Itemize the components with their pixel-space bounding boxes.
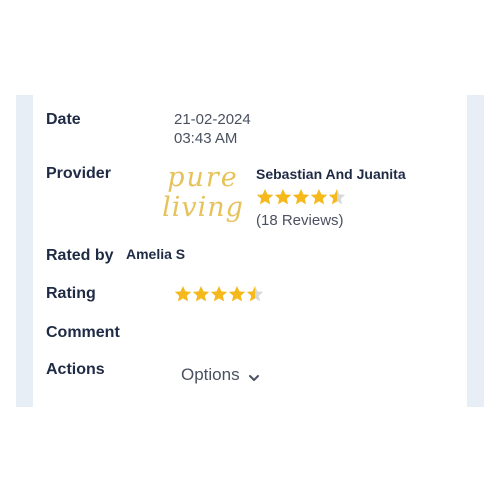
options-dropdown[interactable]: Options <box>181 365 260 385</box>
rated-by-label: Rated by <box>46 247 114 264</box>
left-side-panel <box>16 95 33 407</box>
date-value: 21-02-2024 03:43 AM <box>174 110 251 148</box>
star-icon <box>228 285 246 303</box>
rating-label: Rating <box>46 285 96 302</box>
star-icon <box>174 285 192 303</box>
star-icon <box>310 188 328 206</box>
comment-label: Comment <box>46 324 120 341</box>
rating-stars <box>174 285 264 303</box>
provider-name[interactable]: Sebastian And Juanita <box>256 166 406 182</box>
star-icon <box>328 188 346 206</box>
actions-label: Actions <box>46 361 105 378</box>
star-icon <box>246 285 264 303</box>
date-time: 03:43 AM <box>174 130 238 147</box>
provider-review-count[interactable]: (18 Reviews) <box>256 212 344 229</box>
logo-line-2: living <box>162 192 244 223</box>
star-icon <box>292 188 310 206</box>
date-day: 21-02-2024 <box>174 111 251 128</box>
options-label: Options <box>181 365 240 384</box>
provider-star-rating <box>256 188 346 206</box>
right-side-panel <box>467 95 484 407</box>
rated-by-name[interactable]: Amelia S <box>126 246 185 262</box>
star-icon <box>210 285 228 303</box>
star-icon <box>274 188 292 206</box>
date-label: Date <box>46 111 81 128</box>
star-icon <box>256 188 274 206</box>
star-icon <box>192 285 210 303</box>
chevron-down-icon <box>248 369 260 381</box>
provider-logo: pure living <box>162 163 244 231</box>
logo-line-1: pure <box>167 162 239 193</box>
provider-label: Provider <box>46 165 111 182</box>
